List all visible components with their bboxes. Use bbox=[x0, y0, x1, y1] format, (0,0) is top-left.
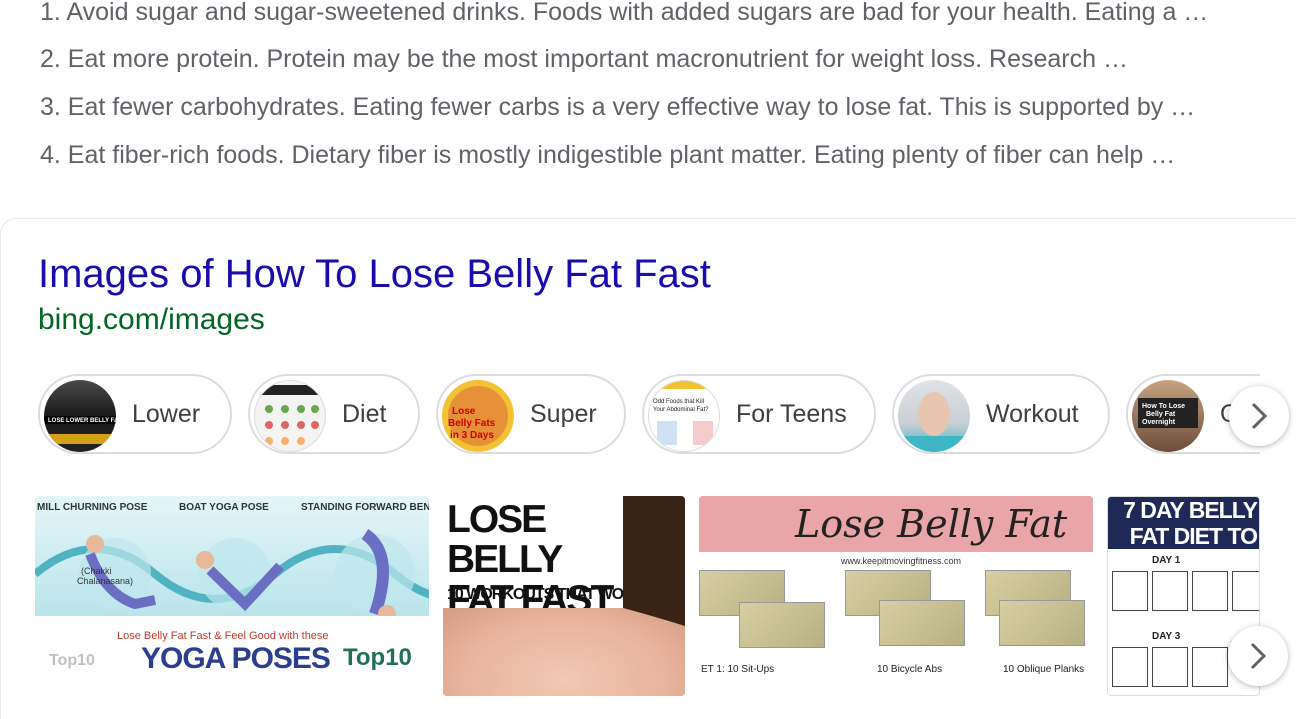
workout-thumbnail-icon bbox=[898, 392, 970, 452]
svg-text:Chalanasana): Chalanasana) bbox=[77, 576, 133, 586]
overnight-thumbnail-icon: How To Lose Belly Fat Overnight bbox=[1138, 398, 1198, 428]
chip-label: Super bbox=[530, 400, 597, 428]
chip-thumbnail bbox=[254, 380, 326, 452]
chip-thumbnail: Lose Belly Fats in 3 Days bbox=[442, 380, 514, 452]
image-tile-keepitmoving[interactable]: Lose Belly Fat www.keepitmovingfitness.c… bbox=[699, 496, 1093, 696]
exercise-photo bbox=[999, 600, 1085, 646]
svg-text:Belly Fats: Belly Fats bbox=[448, 418, 496, 429]
exercise-label: 10 Bicycle Abs bbox=[877, 664, 943, 675]
keepitmoving-url: www.keepitmovingfitness.com bbox=[841, 556, 962, 566]
hair-icon bbox=[623, 496, 685, 626]
meal-box bbox=[1112, 571, 1148, 611]
chip-workout[interactable]: Workout bbox=[892, 374, 1110, 454]
chip-label: Diet bbox=[342, 400, 387, 428]
day-label: DAY 3 bbox=[1152, 631, 1181, 642]
chip-thumbnail: Odd Foods that Kill Your Abdominal Fat? bbox=[648, 380, 720, 452]
meal-box bbox=[1192, 571, 1228, 611]
images-next-button[interactable] bbox=[1228, 626, 1288, 686]
diet-headline: 7 DAY BELLY FAT DIET TO LOSE bbox=[1123, 497, 1258, 575]
list-item: 4. Eat fiber-rich foods. Dietary fiber i… bbox=[40, 141, 1176, 169]
meal-box bbox=[1232, 571, 1259, 611]
svg-text:LOSE LOWER BELLY FAT: LOSE LOWER BELLY FAT bbox=[48, 418, 116, 424]
chip-for-teens[interactable]: Odd Foods that Kill Your Abdominal Fat? … bbox=[642, 374, 876, 454]
meal-box bbox=[1112, 647, 1148, 687]
odd-foods-icon: Odd Foods that Kill Your Abdominal Fat? bbox=[649, 381, 719, 445]
svg-text:Your Abdominal Fat?: Your Abdominal Fat? bbox=[653, 407, 709, 413]
day-label: DAY 1 bbox=[1152, 555, 1181, 566]
diet-chart-icon bbox=[261, 385, 321, 445]
exercise-label: 10 Oblique Planks bbox=[1003, 664, 1085, 675]
yoga-headline: YOGA POSES bbox=[141, 642, 331, 675]
image-tile-workouts[interactable]: LOSE BELLY FAT FAST 10 WORKOUTS THAT WOR… bbox=[443, 496, 685, 696]
chips-next-button[interactable] bbox=[1229, 386, 1289, 446]
exercise-photo bbox=[739, 602, 825, 648]
svg-text:Lose: Lose bbox=[452, 406, 476, 417]
svg-text:Belly Fat: Belly Fat bbox=[1146, 411, 1176, 418]
chevron-right-icon bbox=[1251, 402, 1268, 430]
belly-fat-days-icon: Lose Belly Fats in 3 Days bbox=[448, 386, 508, 446]
list-item: 2. Eat more protein. Protein may be the … bbox=[40, 45, 1128, 73]
chip-thumbnail: LOSE LOWER BELLY FAT bbox=[44, 380, 116, 452]
chip-thumbnail bbox=[898, 380, 970, 452]
svg-text:Odd Foods that Kill: Odd Foods that Kill bbox=[653, 399, 704, 405]
chip-label: For Teens bbox=[736, 400, 847, 428]
meal-box bbox=[1152, 571, 1188, 611]
related-chips: LOSE LOWER BELLY FAT Lower Diet Lose Bel… bbox=[38, 374, 1260, 458]
belly-thumbnail-icon: LOSE LOWER BELLY FAT bbox=[44, 416, 116, 444]
yoga-subtitle: Lose Belly Fat Fast & Feel Good with the… bbox=[117, 630, 329, 642]
meal-box bbox=[1192, 647, 1228, 687]
exercise-label: ET 1: 10 Sit-Ups bbox=[701, 664, 775, 675]
svg-text:(Chakki: (Chakki bbox=[81, 566, 112, 576]
svg-text:in 3 Days: in 3 Days bbox=[450, 430, 494, 441]
pose-label: MILL CHURNING POSE bbox=[37, 502, 148, 513]
svg-text:How To Lose: How To Lose bbox=[1142, 403, 1185, 410]
meal-box bbox=[1152, 647, 1188, 687]
chip-label: Workout bbox=[986, 400, 1079, 428]
chevron-right-icon bbox=[1250, 642, 1267, 670]
image-tile-yoga[interactable]: MILL CHURNING POSE BOAT YOGA POSE STANDI… bbox=[35, 496, 429, 696]
chip-label: Lower bbox=[132, 400, 201, 428]
images-card-source: bing.com/images bbox=[38, 303, 265, 336]
pose-label: STANDING FORWARD BEND bbox=[301, 502, 429, 513]
keepitmoving-headline: Lose Belly Fat bbox=[795, 502, 1068, 546]
exercise-photo bbox=[879, 600, 965, 646]
chip-diet[interactable]: Diet bbox=[248, 374, 420, 454]
top10-watermark: Top10 bbox=[49, 652, 95, 669]
list-item: 1. Avoid sugar and sugar-sweetened drink… bbox=[40, 0, 1209, 26]
images-card-title[interactable]: Images of How To Lose Belly Fat Fast bbox=[38, 252, 711, 297]
pose-label: BOAT YOGA POSE bbox=[179, 502, 269, 513]
svg-text:Overnight: Overnight bbox=[1142, 419, 1176, 426]
chip-lower[interactable]: LOSE LOWER BELLY FAT Lower bbox=[38, 374, 232, 454]
list-item: 3. Eat fewer carbohydrates. Eating fewer… bbox=[40, 93, 1196, 121]
top10-logo: Top10 bbox=[343, 644, 412, 671]
chip-thumbnail: How To Lose Belly Fat Overnight bbox=[1132, 380, 1204, 452]
chip-super[interactable]: Lose Belly Fats in 3 Days Super bbox=[436, 374, 626, 454]
workouts-subtitle: 10 WORKOUTS THAT WORK! bbox=[447, 586, 650, 603]
